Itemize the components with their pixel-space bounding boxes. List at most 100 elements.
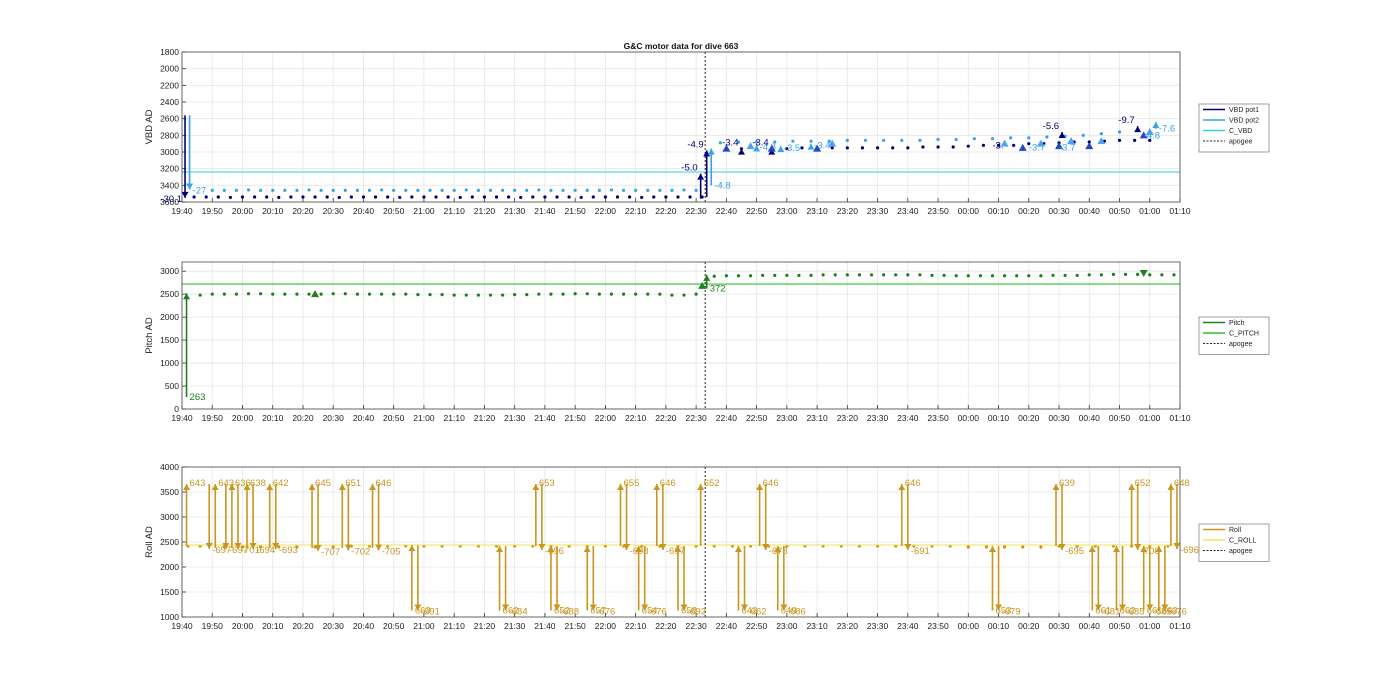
data-point: [712, 274, 716, 278]
x-tick-label: 00:00: [958, 621, 980, 631]
x-tick-label: 21:40: [534, 206, 556, 216]
data-point: [1136, 272, 1140, 277]
data-point: [773, 273, 777, 277]
data-point: [1027, 136, 1031, 140]
x-tick-label: 20:50: [383, 206, 405, 216]
motor-move-label: -676: [1168, 607, 1187, 618]
x-tick-label: 22:00: [595, 621, 617, 631]
data-point: [833, 273, 837, 277]
data-point: [367, 188, 372, 192]
data-point: [343, 188, 347, 192]
x-tick-label: 22:50: [746, 621, 768, 631]
x-tick-label: 22:20: [655, 206, 677, 216]
motor-move-label: -9.7: [1118, 115, 1134, 126]
data-point: [785, 273, 789, 277]
data-point: [1021, 545, 1025, 549]
data-point: [283, 292, 287, 296]
x-tick-label: 23:40: [897, 206, 919, 216]
annotation-label: -3.7: [1059, 142, 1075, 153]
data-point: [240, 195, 245, 199]
data-point: [821, 273, 825, 277]
data-point: [906, 273, 910, 277]
annotation-label: -3.: [992, 141, 1003, 152]
data-point: [452, 188, 456, 192]
data-point: [966, 545, 970, 549]
x-tick-label: 22:20: [655, 413, 677, 423]
data-point: [609, 188, 614, 192]
motor-move-label: -694: [256, 545, 275, 556]
motor-move-label: -5.0: [681, 163, 697, 174]
data-point: [1002, 545, 1007, 549]
x-tick-label: 20:30: [323, 621, 345, 631]
data-point: [1075, 273, 1079, 277]
x-tick-label: 23:20: [837, 413, 859, 423]
motor-move-label: 372: [710, 284, 726, 295]
x-tick-label: 01:00: [1139, 413, 1161, 423]
data-point: [500, 293, 505, 297]
x-tick-label: 23:10: [806, 621, 828, 631]
data-point: [1081, 133, 1085, 137]
data-point: [222, 292, 226, 296]
x-tick-label: 01:10: [1169, 206, 1191, 216]
x-tick-label: 01:00: [1139, 206, 1161, 216]
y-tick-label: 2600: [160, 114, 179, 124]
data-point: [761, 273, 765, 277]
data-point: [567, 195, 571, 199]
data-point: [313, 195, 317, 199]
x-tick-label: 21:40: [534, 413, 556, 423]
y-tick-label: 500: [165, 381, 179, 391]
x-tick-label: 20:00: [232, 206, 254, 216]
data-point: [434, 195, 438, 199]
x-tick-label: 23:00: [776, 206, 798, 216]
y-tick-label: 2000: [160, 562, 179, 572]
data-point: [343, 292, 347, 296]
y-axis-label: VBD AD: [144, 109, 155, 144]
data-point: [561, 188, 565, 192]
x-tick-label: 23:00: [776, 413, 798, 423]
motor-move-label: -4.9: [687, 139, 703, 150]
data-point: [875, 146, 880, 150]
data-point: [1009, 136, 1013, 140]
x-tick-label: 19:50: [202, 413, 224, 423]
motor-move-label: -3.5: [784, 143, 800, 154]
x-tick-label: 20:40: [353, 413, 375, 423]
data-point: [1039, 545, 1043, 549]
data-point: [331, 292, 335, 296]
motor-move-label: -702: [351, 547, 370, 558]
data-point: [634, 188, 638, 192]
x-tick-label: 00:00: [958, 413, 980, 423]
x-tick-label: 20:40: [353, 621, 375, 631]
motor-move-label: -3.4: [752, 138, 768, 149]
data-point: [921, 145, 925, 149]
legend: VBD pot1 VBD pot2 C_VBDapogee: [1198, 103, 1270, 153]
x-tick-label: 20:30: [323, 413, 345, 423]
x-tick-label: 23:10: [806, 413, 828, 423]
x-tick-label: 00:20: [1018, 621, 1040, 631]
x-tick-label: 22:10: [625, 621, 647, 631]
data-point: [234, 188, 239, 192]
x-tick-label: 19:40: [171, 413, 193, 423]
data-point: [265, 195, 269, 199]
data-point: [537, 292, 541, 296]
x-tick-label: 00:10: [988, 621, 1010, 631]
data-point: [936, 137, 940, 142]
data-point: [809, 139, 813, 143]
motor-move-label: -7.6: [1159, 124, 1175, 135]
y-tick-label: 1500: [160, 587, 179, 597]
x-tick-label: 21:00: [413, 413, 435, 423]
x-tick-label: 00:30: [1048, 206, 1070, 216]
data-point: [380, 188, 384, 192]
data-point: [966, 144, 970, 148]
data-point: [259, 188, 263, 192]
motor-move-label: -684: [509, 607, 528, 618]
data-point: [525, 293, 529, 297]
data-point: [860, 146, 865, 150]
x-tick-label: 23:40: [897, 621, 919, 631]
data-point: [857, 273, 862, 277]
x-tick-label: 00:40: [1079, 206, 1101, 216]
figure-window: 1800 2000 2200 2400 2600 2800 3000 3200 3400 3600…: [0, 0, 1400, 693]
data-point: [615, 195, 620, 199]
data-point: [1111, 272, 1116, 277]
data-point: [930, 273, 934, 277]
data-point: [513, 293, 517, 297]
